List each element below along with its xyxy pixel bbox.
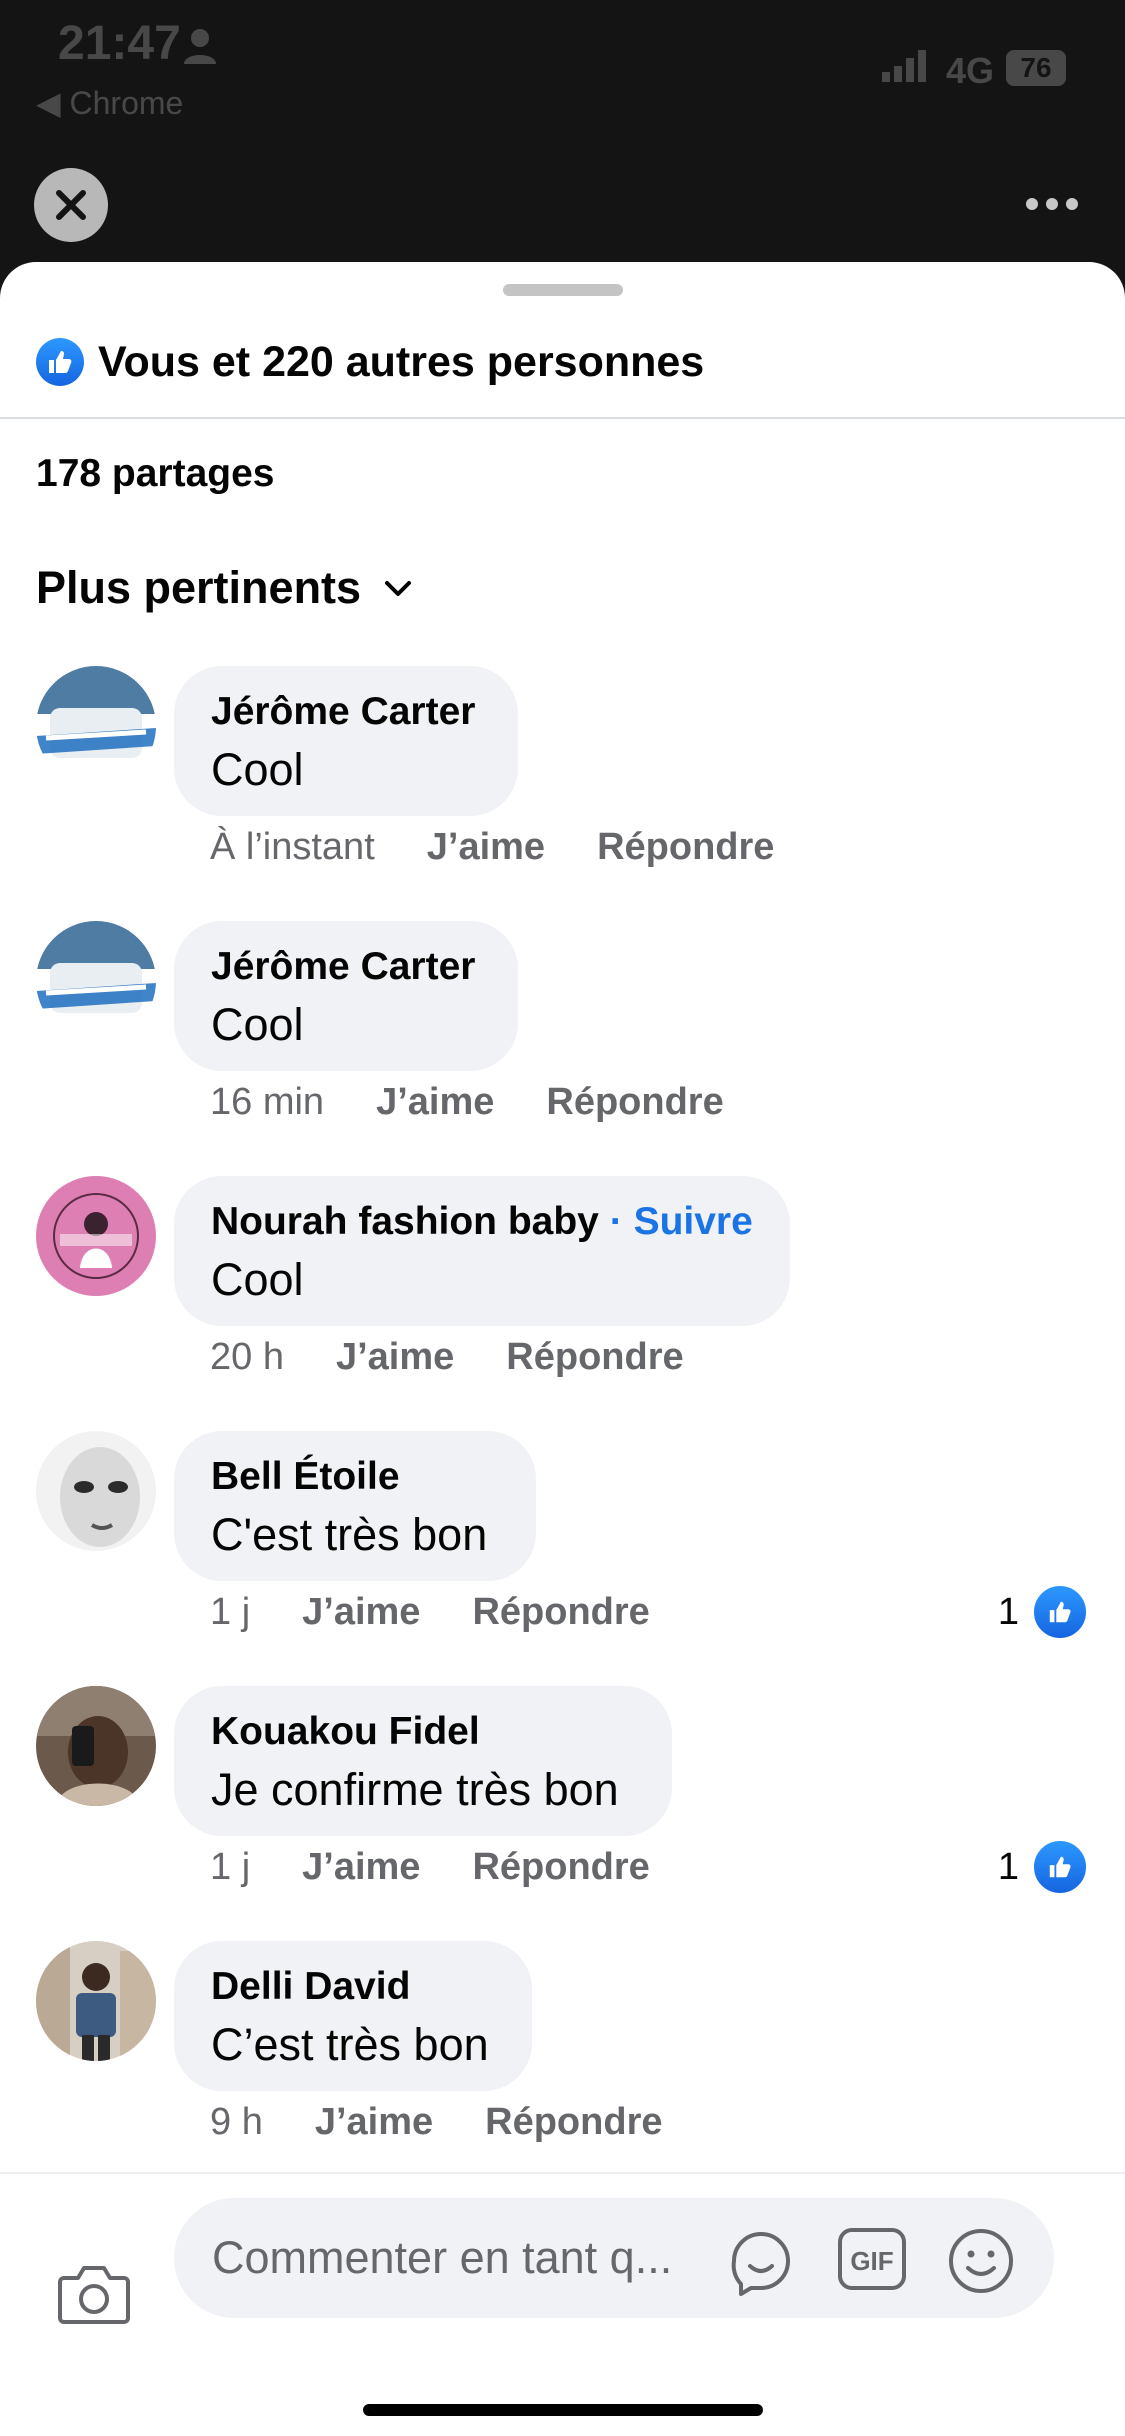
comment-text: Cool xyxy=(211,1254,304,1305)
reply-button[interactable]: Répondre xyxy=(485,2101,662,2144)
close-icon xyxy=(56,190,86,220)
reaction-count-number: 1 xyxy=(997,1590,1019,1633)
comment-time: 20 h xyxy=(210,1336,284,1378)
signal-icon xyxy=(882,50,926,82)
comment-item: Jérôme Carter Cool 16 min J’aime Répondr… xyxy=(0,921,1125,1166)
comment-text: Je confirme très bon xyxy=(211,1764,619,1815)
comment-time: 9 h xyxy=(210,2101,263,2143)
sticker-icon[interactable] xyxy=(726,2226,796,2296)
comment-item: Jérôme Carter Cool À l’instant J’aime Ré… xyxy=(0,666,1125,911)
comment-text: Cool xyxy=(211,744,304,795)
comment-meta: 9 h J’aime Répondre xyxy=(210,2101,663,2144)
like-button[interactable]: J’aime xyxy=(427,826,545,869)
comment-bubble[interactable]: Jérôme Carter Cool xyxy=(174,666,518,816)
comment-time: 1 j xyxy=(210,1846,251,1888)
divider xyxy=(0,417,1125,419)
reply-button[interactable]: Répondre xyxy=(546,1081,723,1124)
sheet-grabber[interactable] xyxy=(503,284,623,296)
comment-meta: 20 h J’aime Répondre xyxy=(210,1336,684,1379)
comment-author[interactable]: Bell Étoile xyxy=(211,1455,400,1499)
avatar[interactable] xyxy=(36,1176,156,1296)
network-type: 4G xyxy=(946,50,995,91)
reactions-summary[interactable]: Vous et 220 autres personnes xyxy=(36,332,704,392)
comment-item: Delli David C’est très bon 9 h J’aime Ré… xyxy=(0,1941,1125,2186)
avatar[interactable] xyxy=(36,921,156,1041)
comment-input[interactable]: Commenter en tant q... GIF xyxy=(174,2198,1054,2318)
comment-author[interactable]: Kouakou Fidel xyxy=(211,1710,480,1754)
shares-count[interactable]: 178 partages xyxy=(36,452,274,496)
comment-author[interactable]: Delli David xyxy=(211,1965,410,2009)
comment-meta: 1 j J’aime Répondre xyxy=(210,1591,650,1634)
more-options-icon[interactable] xyxy=(1022,186,1082,222)
reactions-text: Vous et 220 autres personnes xyxy=(98,337,705,386)
comment-author[interactable]: Jérôme Carter xyxy=(211,690,475,734)
reaction-count[interactable]: 1 xyxy=(998,1838,1089,1896)
comment-meta: À l’instant J’aime Répondre xyxy=(210,826,774,869)
person-icon xyxy=(184,29,216,64)
emoji-icon[interactable] xyxy=(946,2226,1016,2296)
back-to-app-link[interactable]: ◀ Chrome xyxy=(36,84,183,122)
like-button[interactable]: J’aime xyxy=(336,1336,454,1379)
close-button[interactable] xyxy=(34,168,108,242)
battery-indicator: 76 xyxy=(1006,50,1066,86)
follow-separator: · xyxy=(609,1200,623,1243)
gif-label: GIF xyxy=(850,2246,893,2276)
comment-text: Cool xyxy=(211,999,304,1050)
status-bar: 21:47 ◀ Chrome 4G 76 xyxy=(0,0,1125,122)
sort-label: Plus pertinents xyxy=(36,562,362,613)
reaction-count[interactable]: 1 xyxy=(998,1583,1089,1641)
like-button[interactable]: J’aime xyxy=(302,1846,420,1889)
reply-button[interactable]: Répondre xyxy=(597,826,774,869)
comment-input-placeholder: Commenter en tant q... xyxy=(212,2232,673,2283)
reply-button[interactable]: Répondre xyxy=(472,1591,649,1634)
comment-bubble[interactable]: Jérôme Carter Cool xyxy=(174,921,518,1071)
comment-meta: 16 min J’aime Répondre xyxy=(210,1081,724,1124)
comments-sheet: Vous et 220 autres personnes 178 partage… xyxy=(0,262,1125,2436)
comment-author[interactable]: Jérôme Carter xyxy=(211,945,475,989)
reaction-count-number: 1 xyxy=(997,1845,1019,1888)
like-reaction-icon xyxy=(1031,1583,1089,1641)
comment-bubble[interactable]: Nourah fashion baby · Suivre Cool xyxy=(174,1176,790,1326)
reply-button[interactable]: Répondre xyxy=(506,1336,683,1379)
sort-dropdown[interactable]: Plus pertinents xyxy=(36,562,415,614)
comment-time: 1 j xyxy=(210,1591,251,1633)
avatar[interactable] xyxy=(36,1431,156,1551)
comment-item: Nourah fashion baby · Suivre Cool 20 h J… xyxy=(0,1176,1125,1421)
home-indicator[interactable] xyxy=(363,2404,763,2416)
comment-author[interactable]: Nourah fashion baby xyxy=(211,1200,599,1243)
comment-bubble[interactable]: Bell Étoile C'est très bon xyxy=(174,1431,536,1581)
comment-time: 16 min xyxy=(210,1081,325,1123)
camera-icon[interactable] xyxy=(56,2262,132,2326)
avatar[interactable] xyxy=(36,1941,156,2061)
gif-icon[interactable]: GIF xyxy=(836,2226,908,2292)
comment-text: C’est très bon xyxy=(211,2019,489,2070)
status-time: 21:47 xyxy=(58,17,181,70)
comment-bubble[interactable]: Kouakou Fidel Je confirme très bon xyxy=(174,1686,672,1836)
avatar[interactable] xyxy=(36,666,156,786)
follow-button[interactable]: Suivre xyxy=(634,1200,753,1243)
like-button[interactable]: J’aime xyxy=(315,2101,433,2144)
comment-time: À l’instant xyxy=(210,826,375,868)
comment-item: Bell Étoile C'est très bon 1 j J’aime Ré… xyxy=(0,1431,1125,1676)
chevron-down-icon xyxy=(385,581,412,596)
like-button[interactable]: J’aime xyxy=(302,1591,420,1634)
comment-author-line: Nourah fashion baby · Suivre xyxy=(211,1200,753,1244)
avatar[interactable] xyxy=(36,1686,156,1806)
like-button[interactable]: J’aime xyxy=(376,1081,494,1124)
comment-item: Kouakou Fidel Je confirme très bon 1 j J… xyxy=(0,1686,1125,1931)
like-reaction-icon xyxy=(1031,1838,1089,1896)
like-reaction-icon xyxy=(36,338,84,386)
reply-button[interactable]: Répondre xyxy=(472,1846,649,1889)
comment-bubble[interactable]: Delli David C’est très bon xyxy=(174,1941,532,2091)
comment-meta: 1 j J’aime Répondre xyxy=(210,1846,650,1889)
composer-divider xyxy=(0,2172,1125,2174)
comment-text: C'est très bon xyxy=(211,1509,488,1560)
